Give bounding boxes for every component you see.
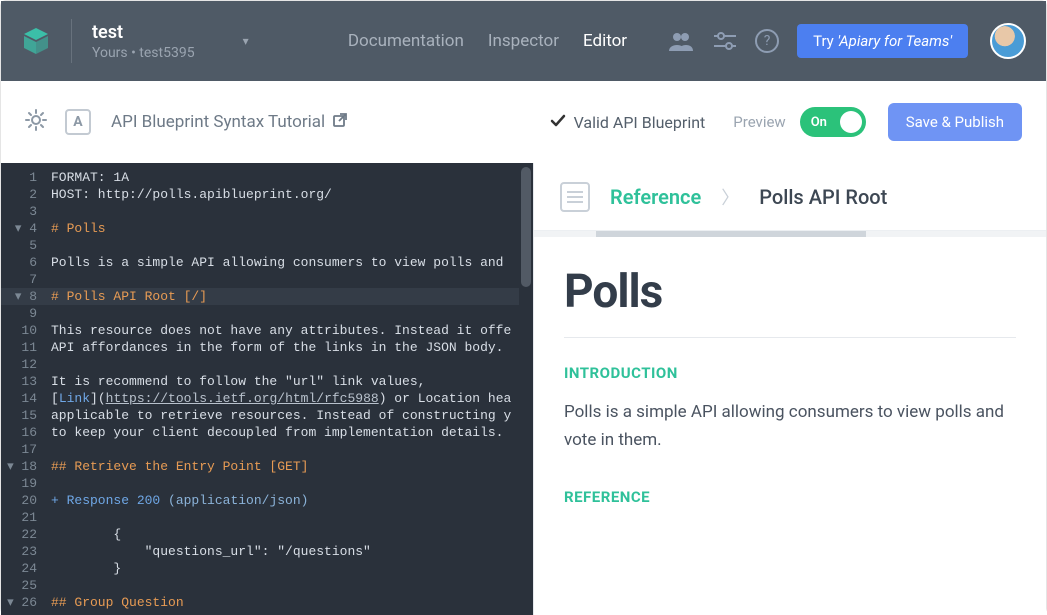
project-selector[interactable]: test Yours • test5395 [92, 22, 195, 61]
validation-status: Valid API Blueprint [550, 113, 706, 132]
crumb-current: Polls API Root [759, 185, 887, 209]
format-badge[interactable]: A [65, 109, 91, 135]
code-editor[interactable]: 1 2 3▾ 4 5 6 7▾ 8 9 10 11 12 13 14 15 16… [1, 163, 533, 615]
line-gutter: 1 2 3▾ 4 5 6 7▾ 8 9 10 11 12 13 14 15 16… [1, 163, 45, 615]
team-icon[interactable] [667, 27, 695, 55]
toggle-label: On [811, 115, 827, 130]
cta-em: 'Apiary for Teams' [838, 32, 953, 50]
settings-sliders-icon[interactable] [711, 27, 739, 55]
scrollbar-thumb[interactable] [521, 167, 531, 287]
editor-scrollbar[interactable] [519, 163, 533, 615]
reference-label: REFERENCE [564, 488, 1016, 506]
chevron-down-icon[interactable]: ▾ [243, 34, 249, 48]
tutorial-link[interactable]: API Blueprint Syntax Tutorial [111, 112, 347, 132]
divider [564, 337, 1016, 338]
external-link-icon [333, 113, 347, 131]
nav-inspector[interactable]: Inspector [488, 31, 559, 51]
toggle-knob [840, 111, 862, 133]
editor-toolbar: A API Blueprint Syntax Tutorial Valid AP… [1, 81, 1046, 163]
cta-prefix: Try [813, 32, 837, 50]
crumb-reference[interactable]: Reference [610, 185, 701, 209]
project-subtitle: Yours • test5395 [92, 45, 195, 61]
preview-label: Preview [733, 113, 785, 131]
main-split: 1 2 3▾ 4 5 6 7▾ 8 9 10 11 12 13 14 15 16… [1, 163, 1046, 615]
check-icon [550, 113, 566, 132]
doc-content: Polls INTRODUCTION Polls is a simple API… [534, 237, 1046, 522]
chevron-right-icon: 〉 [721, 184, 739, 210]
top-nav: test Yours • test5395 ▾ Documentation In… [1, 1, 1046, 81]
preview-toggle[interactable]: On [800, 107, 866, 137]
divider [71, 19, 72, 63]
logo-icon[interactable] [19, 24, 53, 58]
code-area[interactable]: FORMAT: 1AHOST: http://polls.apiblueprin… [45, 163, 533, 615]
preview-pane: Reference 〉 Polls API Root Polls INTRODU… [533, 163, 1046, 615]
project-name: test [92, 22, 195, 43]
try-teams-button[interactable]: Try 'Apiary for Teams' [797, 24, 968, 58]
intro-label: INTRODUCTION [564, 364, 1016, 382]
save-publish-button[interactable]: Save & Publish [888, 103, 1022, 141]
nav-editor[interactable]: Editor [583, 31, 627, 51]
theme-icon[interactable] [25, 109, 47, 135]
breadcrumb: Reference 〉 Polls API Root [534, 163, 1046, 231]
toc-icon[interactable] [560, 182, 590, 212]
help-icon[interactable]: ? [755, 29, 779, 53]
avatar[interactable] [990, 23, 1026, 59]
validation-label: Valid API Blueprint [574, 113, 706, 132]
nav-documentation[interactable]: Documentation [348, 31, 464, 51]
doc-title: Polls [564, 265, 1016, 319]
nav-links: Documentation Inspector Editor [348, 31, 627, 51]
tutorial-label: API Blueprint Syntax Tutorial [111, 112, 325, 132]
intro-text: Polls is a simple API allowing consumers… [564, 398, 1016, 454]
